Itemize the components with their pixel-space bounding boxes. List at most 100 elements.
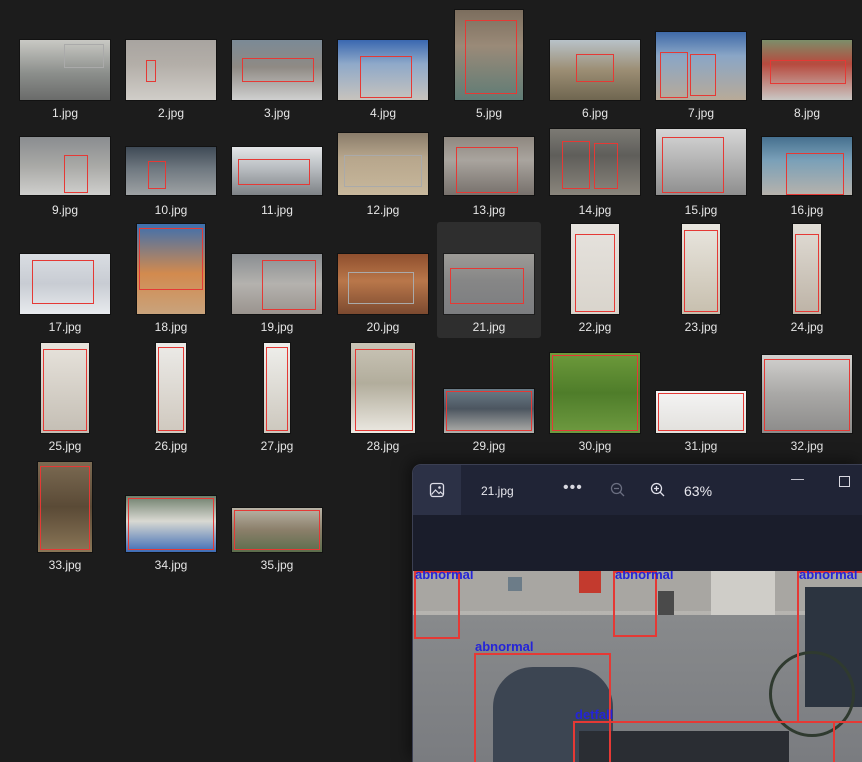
file-name: 35.jpg — [260, 558, 294, 572]
viewer-image[interactable]: abnormal abnormal abnormal abnormal detf… — [413, 571, 862, 762]
viewer-file-name: 21.jpg — [481, 484, 514, 498]
file-tile-8[interactable]: 8.jpg — [755, 6, 859, 122]
file-name: 5.jpg — [475, 106, 503, 120]
thumbnail — [762, 137, 852, 195]
viewer-title-bar: 21.jpg ••• 63% — — [413, 465, 862, 515]
thumbnail — [656, 32, 746, 100]
thumbnail — [338, 40, 428, 100]
thumbnail — [455, 10, 523, 100]
file-tile-4[interactable]: 4.jpg — [331, 6, 435, 122]
file-tile-33[interactable]: 33.jpg — [13, 460, 117, 576]
file-name: 9.jpg — [51, 203, 79, 217]
zoom-level[interactable]: 63% — [684, 483, 712, 499]
thumbnail — [338, 133, 428, 195]
file-name: 8.jpg — [793, 106, 821, 120]
thumbnail — [656, 129, 746, 195]
thumbnail — [793, 224, 821, 314]
file-tile-22[interactable]: 22.jpg — [543, 222, 647, 338]
file-name: 18.jpg — [154, 320, 188, 334]
file-tile-24[interactable]: 24.jpg — [755, 222, 859, 338]
image-viewer-window[interactable]: 21.jpg ••• 63% — abnormal abnormal abnor… — [413, 465, 862, 762]
file-tile-2[interactable]: 2.jpg — [119, 6, 223, 122]
file-tile-35[interactable]: 35.jpg — [225, 460, 329, 576]
viewer-toolbar-strip — [413, 515, 862, 571]
thumbnail — [20, 137, 110, 195]
file-name: 31.jpg — [684, 439, 718, 453]
file-name: 29.jpg — [472, 439, 506, 453]
file-name: 34.jpg — [154, 558, 188, 572]
file-name: 7.jpg — [687, 106, 715, 120]
file-tile-32[interactable]: 32.jpg — [755, 341, 859, 457]
file-name: 22.jpg — [578, 320, 612, 334]
file-tile-25[interactable]: 25.jpg — [13, 341, 117, 457]
file-name: 6.jpg — [581, 106, 609, 120]
maximize-button[interactable] — [839, 476, 850, 487]
file-name: 21.jpg — [472, 320, 506, 334]
file-name: 3.jpg — [263, 106, 291, 120]
detection-label: abnormal — [799, 571, 858, 582]
thumbnail — [550, 129, 640, 195]
thumbnail — [351, 343, 415, 433]
thumbnail — [682, 224, 720, 314]
thumbnail — [126, 40, 216, 100]
file-tile-19[interactable]: 19.jpg — [225, 222, 329, 338]
detection-label: detfall — [575, 707, 614, 722]
thumbnail — [156, 343, 186, 433]
thumbnail — [444, 137, 534, 195]
file-name: 1.jpg — [51, 106, 79, 120]
file-name: 12.jpg — [366, 203, 400, 217]
file-name: 28.jpg — [366, 439, 400, 453]
file-tile-20[interactable]: 20.jpg — [331, 222, 435, 338]
thumbnail — [20, 40, 110, 100]
file-name: 32.jpg — [790, 439, 824, 453]
gallery-button[interactable] — [413, 465, 461, 515]
thumbnail — [762, 355, 852, 433]
minimize-button[interactable]: — — [791, 471, 804, 486]
file-tile-21-selected[interactable]: 21.jpg — [437, 222, 541, 338]
file-name: 10.jpg — [154, 203, 188, 217]
thumbnail — [444, 254, 534, 314]
file-tile-3[interactable]: 3.jpg — [225, 6, 329, 122]
file-name: 11.jpg — [261, 203, 293, 217]
zoom-out-icon[interactable] — [609, 481, 627, 499]
thumbnail — [41, 343, 89, 433]
file-name: 33.jpg — [48, 558, 82, 572]
thumbnail — [232, 254, 322, 314]
file-tile-30[interactable]: 30.jpg — [543, 341, 647, 457]
file-tile-27[interactable]: 27.jpg — [225, 341, 329, 457]
thumbnail — [232, 508, 322, 552]
file-tile-31[interactable]: 31.jpg — [649, 341, 753, 457]
file-tile-17[interactable]: 17.jpg — [13, 222, 117, 338]
detection-box — [797, 571, 862, 723]
trash-bin — [658, 591, 674, 617]
file-name: 24.jpg — [790, 320, 824, 334]
file-name: 16.jpg — [790, 203, 824, 217]
file-tile-29[interactable]: 29.jpg — [437, 341, 541, 457]
thumbnail — [762, 40, 852, 100]
thumbnail — [550, 353, 640, 433]
thumbnail — [232, 40, 322, 100]
thumbnail — [656, 391, 746, 433]
thumbnail — [126, 147, 216, 195]
detection-label: abnormal — [415, 571, 474, 582]
file-tile-1[interactable]: 1.jpg — [13, 6, 117, 122]
file-tile-6[interactable]: 6.jpg — [543, 6, 647, 122]
file-tile-26[interactable]: 26.jpg — [119, 341, 223, 457]
file-tile-28[interactable]: 28.jpg — [331, 341, 435, 457]
file-tile-34[interactable]: 34.jpg — [119, 460, 223, 576]
red-sign — [579, 571, 601, 593]
file-tile-23[interactable]: 23.jpg — [649, 222, 753, 338]
thumbnail — [264, 343, 290, 433]
file-name: 20.jpg — [366, 320, 400, 334]
thumbnail — [444, 389, 534, 433]
zoom-in-icon[interactable] — [649, 481, 667, 499]
file-name: 25.jpg — [48, 439, 82, 453]
more-options-button[interactable]: ••• — [563, 479, 583, 497]
file-tile-18[interactable]: 18.jpg — [119, 222, 223, 338]
thumbnail — [338, 254, 428, 314]
file-tile-5[interactable]: 5.jpg — [437, 6, 541, 122]
thumbnail — [550, 40, 640, 100]
file-tile-7[interactable]: 7.jpg — [649, 6, 753, 122]
file-name: 14.jpg — [578, 203, 612, 217]
garage-door — [711, 571, 775, 619]
